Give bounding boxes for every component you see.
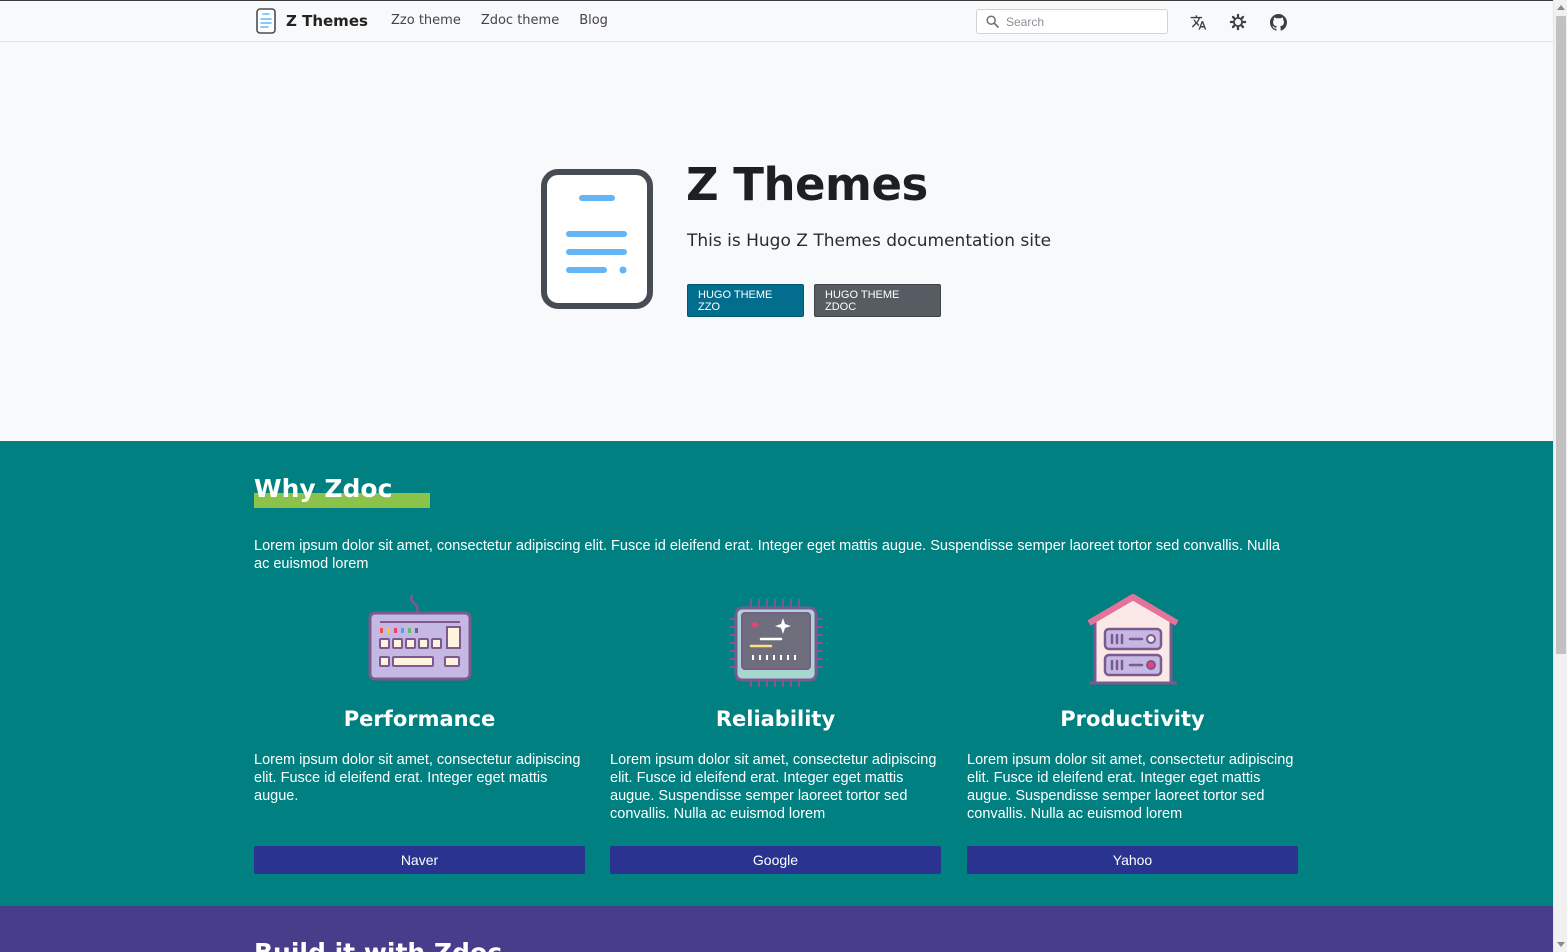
build-section-title: Build it with Zdoc (254, 938, 502, 952)
scrollbar-thumb[interactable] (1556, 16, 1566, 654)
chip-icon (728, 599, 823, 687)
search-input[interactable] (1006, 14, 1156, 29)
navbar: Z Themes Zzo theme Zdoc theme Blog (0, 1, 1553, 42)
search-icon (986, 15, 999, 28)
section-title: Why Zdoc (254, 474, 393, 503)
feature-title: Reliability (715, 707, 836, 731)
document-hero-icon (541, 169, 653, 309)
nav-link-blog[interactable]: Blog (579, 13, 608, 28)
nav-link-zzo-theme[interactable]: Zzo theme (391, 13, 461, 28)
translate-icon[interactable] (1188, 12, 1208, 32)
nav-links: Zzo theme Zdoc theme Blog (391, 13, 608, 28)
keyboard-icon (368, 594, 471, 681)
why-zdoc-section: Why Zdoc Lorem ipsum dolor sit amet, con… (0, 441, 1553, 906)
section-description: Lorem ipsum dolor sit amet, consectetur … (254, 538, 1280, 572)
build-section: Build it with Zdoc (0, 906, 1553, 952)
scroll-up-arrow-icon[interactable] (1557, 5, 1565, 10)
feature-title: Performance (343, 707, 496, 731)
feature-title: Productivity (1060, 707, 1205, 731)
brand-name: Z Themes (286, 12, 368, 30)
theme-gear-icon[interactable] (1228, 12, 1248, 32)
naver-button[interactable]: Naver (254, 846, 585, 874)
hugo-theme-zzo-button[interactable]: HUGO THEME ZZO (687, 284, 804, 317)
page-scrollbar[interactable] (1553, 0, 1567, 952)
feature-text: Lorem ipsum dolor sit amet, consectetur … (254, 752, 581, 804)
document-logo-icon (256, 8, 276, 34)
why-title-wrap: Why Zdoc (254, 474, 430, 508)
feature-text: Lorem ipsum dolor sit amet, consectetur … (967, 752, 1294, 822)
feature-text: Lorem ipsum dolor sit amet, consectetur … (610, 752, 937, 822)
nav-link-zdoc-theme[interactable]: Zdoc theme (481, 13, 559, 28)
github-icon[interactable] (1268, 12, 1288, 32)
search-box (976, 9, 1168, 34)
hero-section: Z Themes This is Hugo Z Themes documenta… (0, 42, 1553, 441)
hugo-theme-zdoc-button[interactable]: HUGO THEME ZDOC (814, 284, 941, 317)
hero-title: Z Themes (686, 158, 928, 211)
server-house-icon (1086, 594, 1179, 685)
google-button[interactable]: Google (610, 846, 941, 874)
brand-link[interactable]: Z Themes (256, 8, 368, 34)
hero-subtitle: This is Hugo Z Themes documentation site (687, 231, 1052, 251)
scroll-down-arrow-icon[interactable] (1557, 942, 1565, 947)
yahoo-button[interactable]: Yahoo (967, 846, 1298, 874)
